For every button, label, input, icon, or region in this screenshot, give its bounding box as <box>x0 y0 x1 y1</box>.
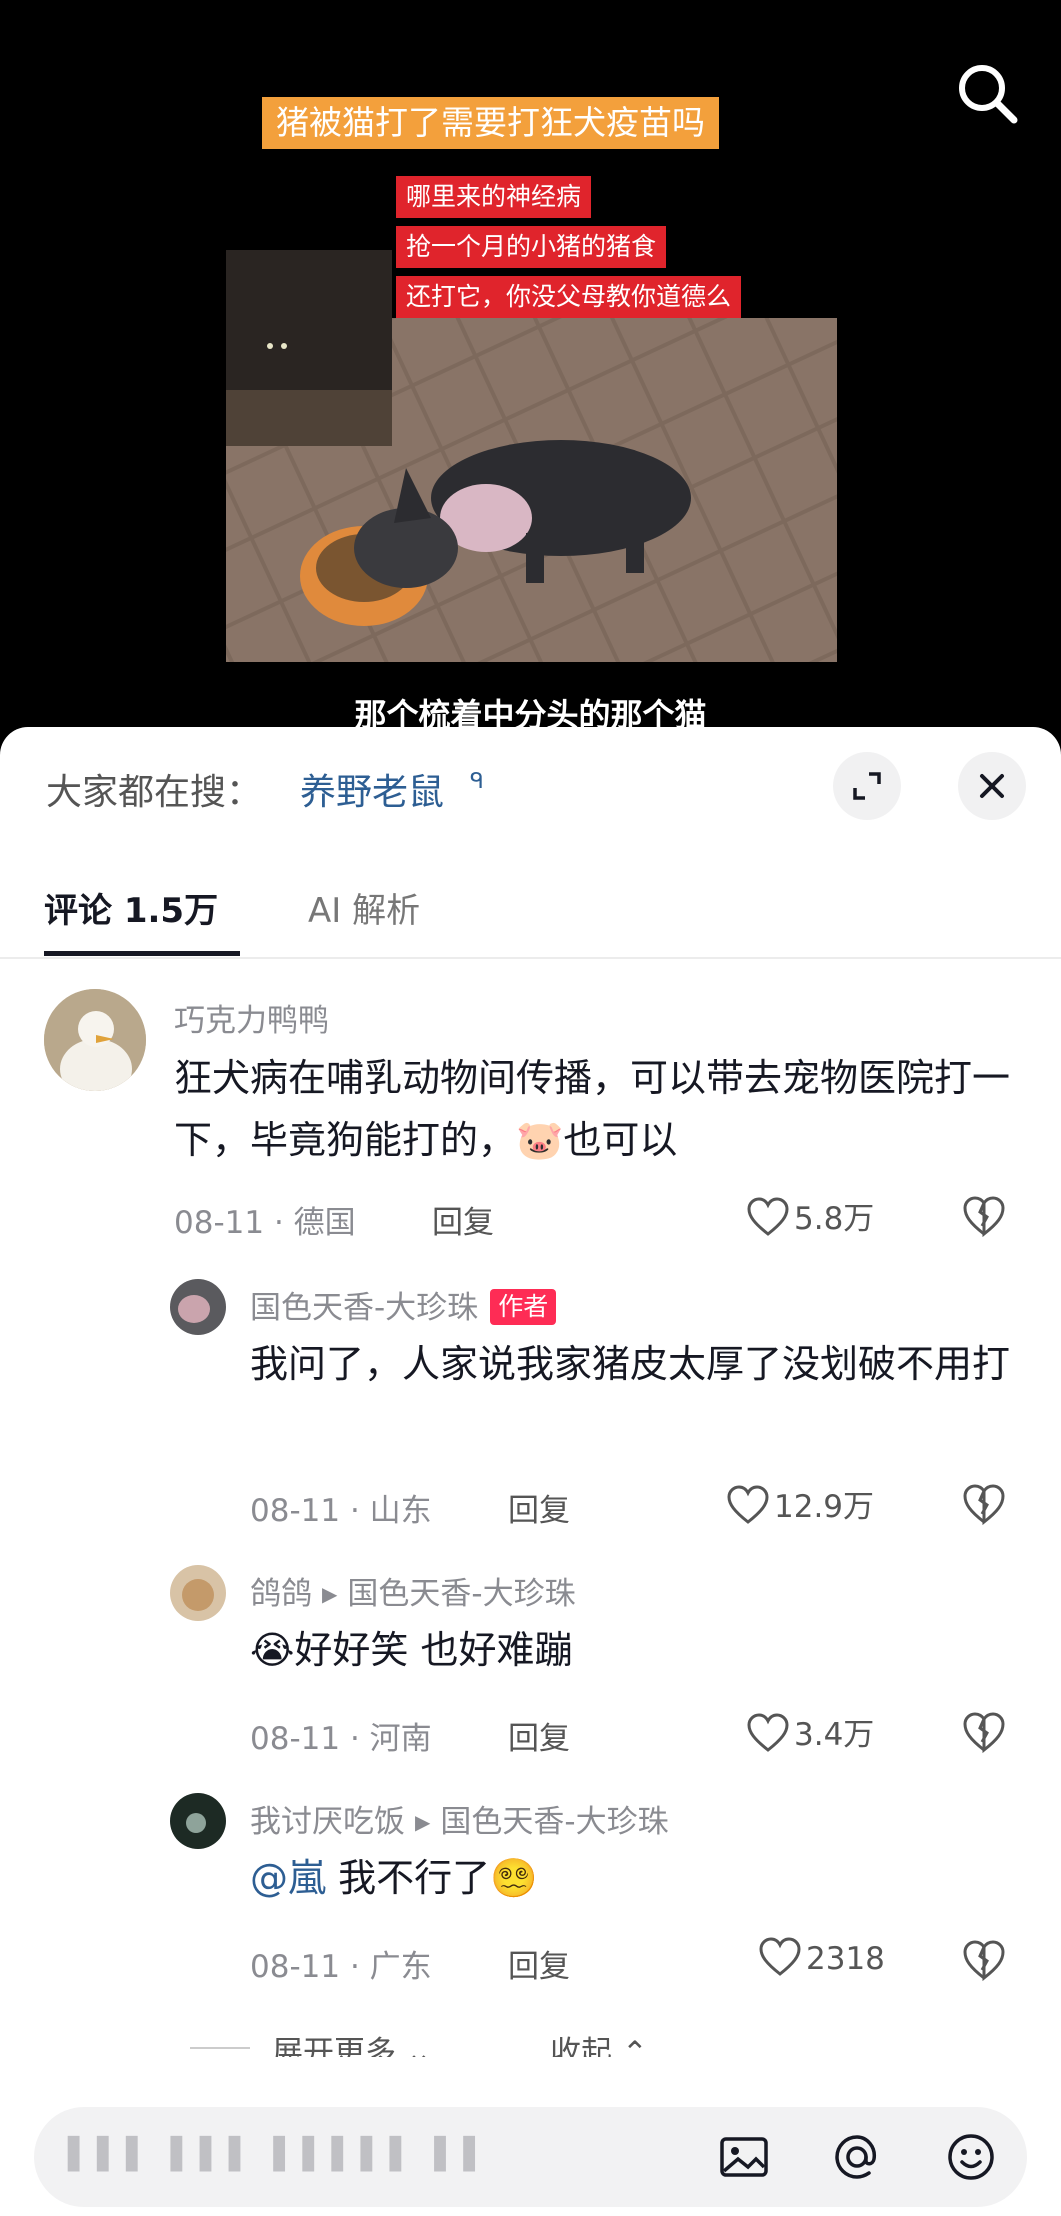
dislike-button[interactable] <box>960 1937 1008 1985</box>
pig-emoji-icon: 🐷 <box>516 1118 564 1162</box>
reply-arrow-icon: ▶ <box>415 1810 431 1834</box>
heart-icon <box>727 1485 769 1524</box>
dislike-button[interactable] <box>960 1193 1008 1241</box>
video-title-banner: 猪被猫打了需要打狂犬疫苗吗 <box>262 97 719 149</box>
video-caption: 还打它，你没父母教你道德么 <box>396 276 742 318</box>
emoji-icon <box>948 2134 994 2180</box>
like-button[interactable]: 3.4万 <box>746 1709 874 1754</box>
video-caption: 抢一个月的小猪的猪食 <box>396 226 667 268</box>
broken-heart-icon <box>963 1940 1005 1982</box>
author-badge: 作者 <box>490 1289 557 1325</box>
trending-search-term[interactable]: 养野老鼠 <box>300 763 444 815</box>
comment-tabs: 评论 1.5万 AI 解析 <box>0 847 1061 959</box>
comment-text: 我问了，人家说我家猪皮太厚了没划破不用打 <box>250 1342 1011 1386</box>
comment-text: 😭好好笑 也好难蹦 <box>250 1628 573 1672</box>
reply-button[interactable]: 回复 <box>432 1197 494 1242</box>
comment-meta: 08-11 · 山东 <box>250 1493 432 1529</box>
search-icon <box>959 65 1018 124</box>
video-player[interactable]: 猪被猫打了需要打狂犬疫苗吗 哪里来的神经病 抢一个月的小猪的猪食 还打它，你没父… <box>0 0 1061 760</box>
tab-ai-analysis[interactable]: AI 解析 <box>308 883 420 932</box>
close-icon <box>980 774 1004 798</box>
comment-input-bar: ▌▌▌ ▌▌▌ ▌▌▌▌▌ ▌▌ <box>0 2057 1061 2216</box>
avatar[interactable] <box>170 1279 226 1335</box>
avatar[interactable] <box>170 1793 226 1849</box>
mention-link[interactable]: @嵐 <box>250 1856 326 1900</box>
search-mini-icon: ᑫ <box>470 769 484 794</box>
comment-username: 鸽鸽 ▶ 国色天香-大珍珠 <box>250 1576 576 1612</box>
trending-search-row: 大家都在搜： 养野老鼠 ᑫ <box>0 727 1061 847</box>
active-tab-indicator <box>44 951 240 956</box>
comment-meta: 08-11 · 广东 <box>250 1949 432 1985</box>
at-icon <box>835 2135 877 2179</box>
comment-username[interactable]: 巧克力鸭鸭 <box>174 995 329 1040</box>
like-count: 2318 <box>806 1941 885 1977</box>
trending-search-label: 大家都在搜： <box>46 772 263 813</box>
mention-button[interactable] <box>829 2129 885 2185</box>
comment-input-placeholder: ▌▌▌ ▌▌▌ ▌▌▌▌▌ ▌▌ <box>68 2137 493 2172</box>
divider <box>190 2047 250 2049</box>
like-count: 12.9万 <box>774 1489 875 1525</box>
broken-heart-icon <box>963 1196 1005 1238</box>
expand-button[interactable] <box>833 752 901 820</box>
comment-meta: 08-11 · 德国 <box>174 1205 356 1241</box>
reply-button[interactable]: 回复 <box>508 1713 570 1758</box>
comment-sheet: 大家都在搜： 养野老鼠 ᑫ 评论 1.5万 AI 解析 巧克力鸭鸭 狂犬病在哺乳… <box>0 727 1061 2216</box>
heart-icon <box>759 1937 801 1976</box>
comment-username: 我讨厌吃饭 ▶ 国色天香-大珍珠 <box>250 1804 669 1840</box>
crying-emoji-icon: 😭 <box>250 1628 295 1672</box>
like-button[interactable]: 5.8万 <box>746 1193 874 1238</box>
reply-arrow-icon: ▶ <box>322 1582 338 1606</box>
avatar[interactable] <box>170 1565 226 1621</box>
image-icon <box>720 2137 768 2177</box>
dislike-button[interactable] <box>960 1709 1008 1757</box>
avatar[interactable] <box>44 989 146 1091</box>
like-count: 5.8万 <box>794 1201 875 1237</box>
heart-icon <box>747 1197 789 1236</box>
broken-heart-icon <box>963 1484 1005 1526</box>
image-button[interactable] <box>716 2129 772 2185</box>
comment-meta: 08-11 · 河南 <box>250 1721 432 1757</box>
like-count: 3.4万 <box>794 1717 875 1753</box>
broken-heart-icon <box>963 1712 1005 1754</box>
comment-username: 国色天香-大珍珠 作者 <box>250 1282 557 1327</box>
dizzy-emoji-icon: 😵‍💫 <box>490 1856 538 1900</box>
video-frame-cat <box>226 250 392 446</box>
expand-icon <box>853 772 881 800</box>
emoji-button[interactable] <box>943 2129 999 2185</box>
tab-comments[interactable]: 评论 1.5万 <box>44 883 218 932</box>
reply-button[interactable]: 回复 <box>508 1941 570 1986</box>
reply-button[interactable]: 回复 <box>508 1485 570 1530</box>
video-caption: 哪里来的神经病 <box>396 176 592 218</box>
comment-text: 狂犬病在哺乳动物间传播，可以带去宠物医院打一下，毕竟狗能打的，🐷也可以 <box>174 1056 1011 1162</box>
comment-input[interactable]: ▌▌▌ ▌▌▌ ▌▌▌▌▌ ▌▌ <box>34 2107 1027 2207</box>
heart-icon <box>747 1713 789 1752</box>
comment-text: @嵐 我不行了😵‍💫 <box>250 1856 538 1900</box>
like-button[interactable]: 12.9万 <box>726 1481 874 1526</box>
dislike-button[interactable] <box>960 1481 1008 1529</box>
close-button[interactable] <box>958 752 1026 820</box>
like-button[interactable]: 2318 <box>758 1937 885 1977</box>
search-button[interactable] <box>952 58 1024 130</box>
